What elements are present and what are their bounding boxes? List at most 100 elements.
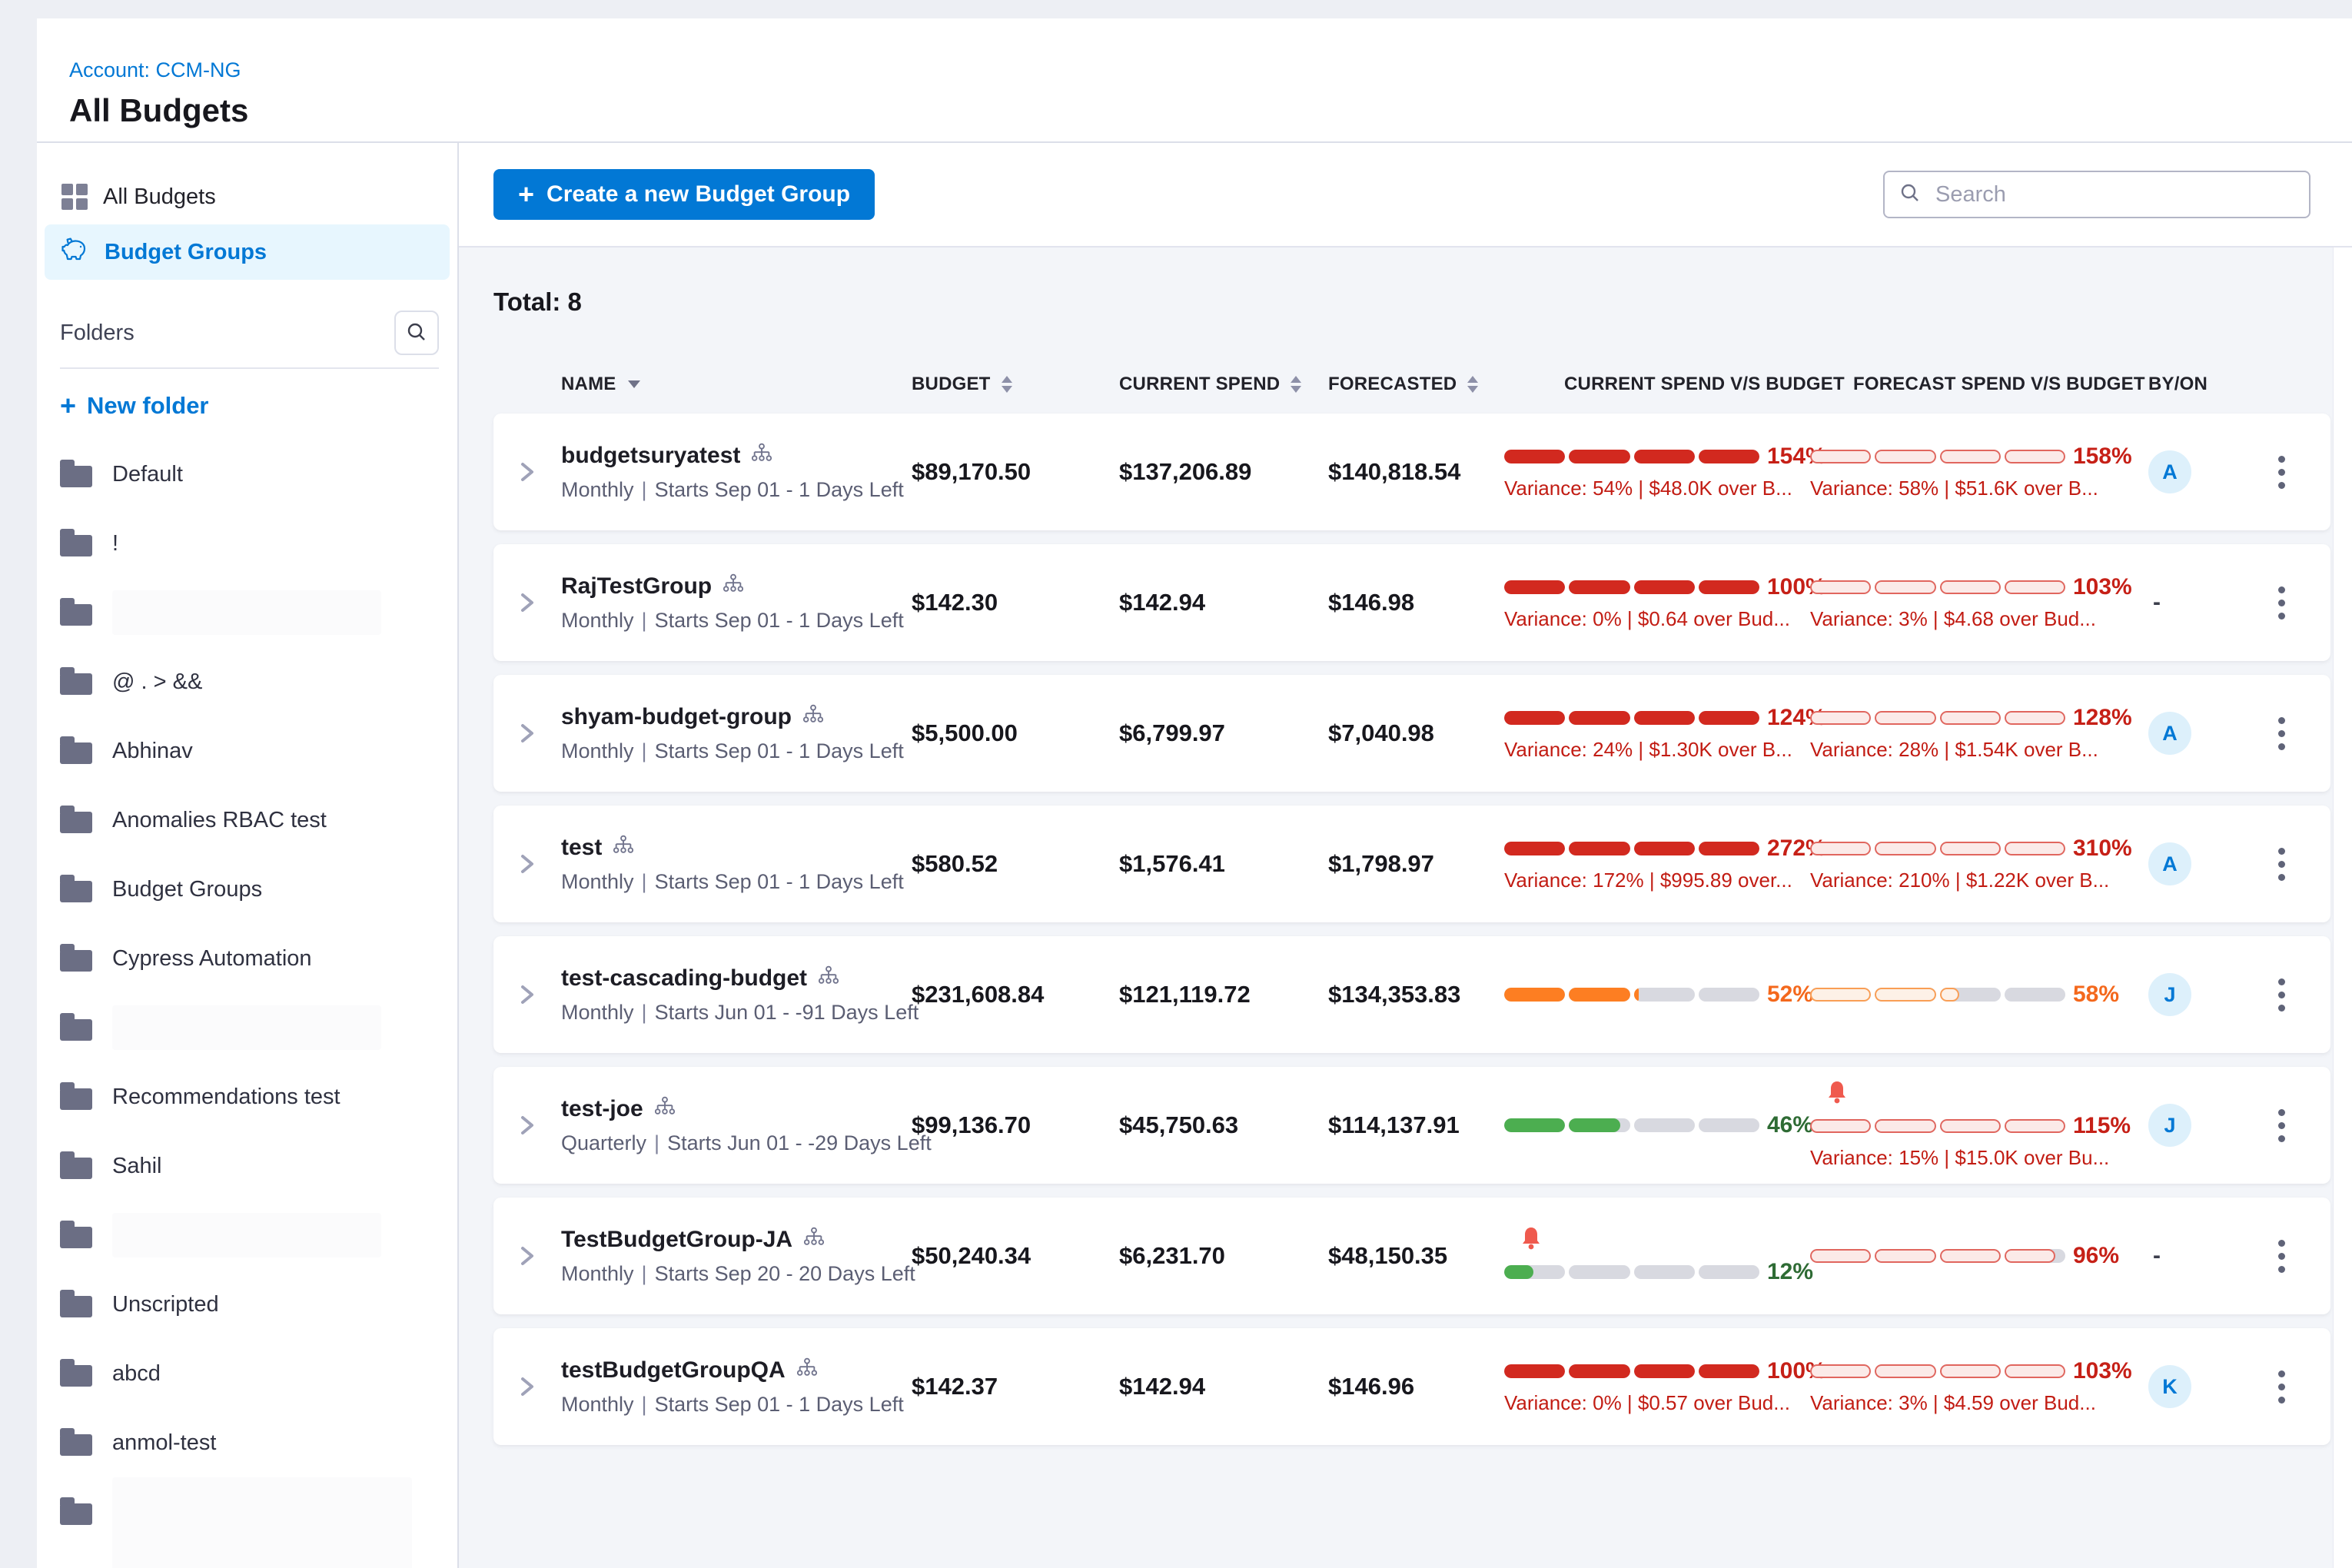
budget-group-row: test-joeQuarterly|Starts Jun 01 - -29 Da… [493,1067,2330,1184]
hierarchy-icon [803,1227,825,1252]
search-icon [1899,181,1922,208]
row-menu-kebab-icon[interactable] [2274,451,2290,493]
folder-label: Sahil [112,1154,162,1179]
row-menu-kebab-icon[interactable] [2274,713,2290,755]
column-header-name[interactable]: NAME [561,374,912,395]
forecasted-amount: $48,150.35 [1328,1242,1504,1270]
folder-item[interactable]: Abhinav [60,716,457,786]
account-breadcrumb[interactable]: Account: CCM-NG [69,58,241,82]
budget-group-name[interactable]: test [561,835,602,861]
budget-group-name[interactable]: testBudgetGroupQA [561,1357,786,1384]
folder-item[interactable]: abcd [60,1339,457,1408]
expand-chevron-icon[interactable] [493,981,561,1008]
sidebar-item-all-budgets[interactable]: All Budgets [45,169,450,224]
scrollbar-track[interactable] [2333,247,2352,1568]
by-on-cell: A [2148,842,2233,885]
budget-group-list: budgetsuryatest Monthly|Starts Sep 01 - 1… [493,414,2330,1445]
percent-label: 128% [2073,705,2132,731]
column-label: NAME [561,374,616,395]
expand-chevron-icon[interactable] [493,589,561,616]
folder-item[interactable] [60,1201,457,1270]
budget-group-name[interactable]: RajTestGroup [561,573,712,600]
current-spend-amount: $1,576.41 [1119,850,1328,878]
by-on-cell: J [2148,1104,2233,1147]
folder-item[interactable]: Recommendations test [60,1062,457,1131]
expand-chevron-icon[interactable] [493,1373,561,1400]
folder-search-button[interactable] [394,311,439,355]
main-panel: + Create a new Budget Group Total: 8 NAM… [459,143,2352,1568]
budget-amount: $142.37 [912,1373,1119,1400]
column-header-by-on[interactable]: BY/ON [2148,374,2233,395]
budget-group-name[interactable]: budgetsuryatest [561,443,740,469]
budget-group-name[interactable]: shyam-budget-group [561,704,792,730]
variance-label: Variance: 3% | $4.59 over Bud... [1810,1391,2096,1415]
row-menu-kebab-icon[interactable] [2274,1105,2290,1147]
budget-period-schedule: Monthly|Starts Sep 20 - 20 Days Left [561,1262,912,1286]
create-budget-group-button[interactable]: + Create a new Budget Group [493,169,875,220]
hierarchy-icon [654,1096,676,1121]
column-label: FORECASTED [1328,374,1457,395]
folder-item[interactable] [60,993,457,1062]
budget-group-row: shyam-budget-groupMonthly|Starts Sep 01 … [493,675,2330,792]
forecasted-amount: $114,137.91 [1328,1111,1504,1139]
folder-item[interactable]: anmol-test [60,1408,457,1477]
expand-chevron-icon[interactable] [493,719,561,747]
row-menu-kebab-icon[interactable] [2274,974,2290,1016]
folder-item[interactable]: Anomalies RBAC test [60,786,457,855]
row-menu-kebab-icon[interactable] [2274,1235,2290,1277]
expand-chevron-icon[interactable] [493,1111,561,1139]
budget-group-row: RajTestGroupMonthly|Starts Sep 01 - 1 Da… [493,544,2330,661]
folder-item[interactable] [60,578,457,647]
folder-item[interactable]: Budget Groups [60,855,457,924]
current-spend-amount: $6,799.97 [1119,719,1328,747]
grid-icon [61,184,88,210]
column-header-current-spend[interactable]: CURRENT SPEND [1119,374,1328,395]
budget-period-schedule: Monthly|Starts Sep 01 - 1 Days Left [561,870,912,894]
expand-chevron-icon[interactable] [493,850,561,878]
row-menu-kebab-icon[interactable] [2274,843,2290,885]
progress-bar [1504,1118,1759,1132]
budget-group-name[interactable]: test-joe [561,1096,643,1122]
forecasted-amount: $7,040.98 [1328,719,1504,747]
row-menu-kebab-icon[interactable] [2274,582,2290,624]
row-menu-kebab-icon[interactable] [2274,1366,2290,1408]
sidebar-item-budget-groups[interactable]: Budget Groups [45,224,450,280]
budget-amount: $50,240.34 [912,1242,1119,1270]
column-header-forecast-spend-v-s-budget[interactable]: FORECAST SPEND V/S BUDGET [1810,374,2148,395]
budget-group-name[interactable]: TestBudgetGroup-JA [561,1227,792,1253]
budgets-page: { "page": { "account_breadcrumb": "Accou… [0,0,2352,1568]
folder-item[interactable]: Unscripted [60,1270,457,1339]
folder-item[interactable]: ! [60,509,457,578]
search-input[interactable] [1934,181,2295,208]
forecasted-amount: $134,353.83 [1328,981,1504,1008]
folder-item[interactable]: Sahil [60,1131,457,1201]
folder-icon [60,466,92,487]
forecast-spend-vs-budget-bar: 58% [1810,936,2148,1053]
expand-chevron-icon[interactable] [493,458,561,486]
folder-item[interactable]: Cypress Automation [60,924,457,993]
budget-group-name[interactable]: test-cascading-budget [561,965,807,992]
folder-item[interactable]: @ . > && [60,647,457,716]
forecast-spend-vs-budget-bar: 115%Variance: 15% | $15.0K over Bu... [1810,1067,2148,1184]
progress-bar [1810,1364,2065,1378]
progress-bar [1504,1364,1759,1378]
expand-chevron-icon[interactable] [493,1242,561,1270]
folder-item[interactable]: Default [60,440,457,509]
new-folder-button[interactable]: + New folder [60,392,457,420]
budget-group-row: test-cascading-budgetMonthly|Starts Jun … [493,936,2330,1053]
percent-label: 58% [2073,982,2119,1008]
current-spend-vs-budget-bar: 12% [1504,1198,1810,1314]
progress-bar [1810,988,2065,1002]
current-spend-vs-budget-bar: 52% [1504,936,1810,1053]
column-header-forecasted[interactable]: FORECASTED [1328,374,1504,395]
folder-label: Recommendations test [112,1085,341,1110]
column-header-budget[interactable]: BUDGET [912,374,1119,395]
folder-label: Default [112,462,183,487]
folder-item[interactable] [60,1477,457,1546]
sidebar-nav: All Budgets Budget Groups [45,169,450,280]
budget-amount: $89,170.50 [912,458,1119,486]
folder-label: @ . > && [112,669,202,695]
page-header: Account: CCM-NG All Budgets [37,18,2352,143]
column-header-current-spend-v-s-budget[interactable]: CURRENT SPEND V/S BUDGET [1504,374,1810,395]
variance-label: Variance: 54% | $48.0K over B... [1504,477,1792,500]
